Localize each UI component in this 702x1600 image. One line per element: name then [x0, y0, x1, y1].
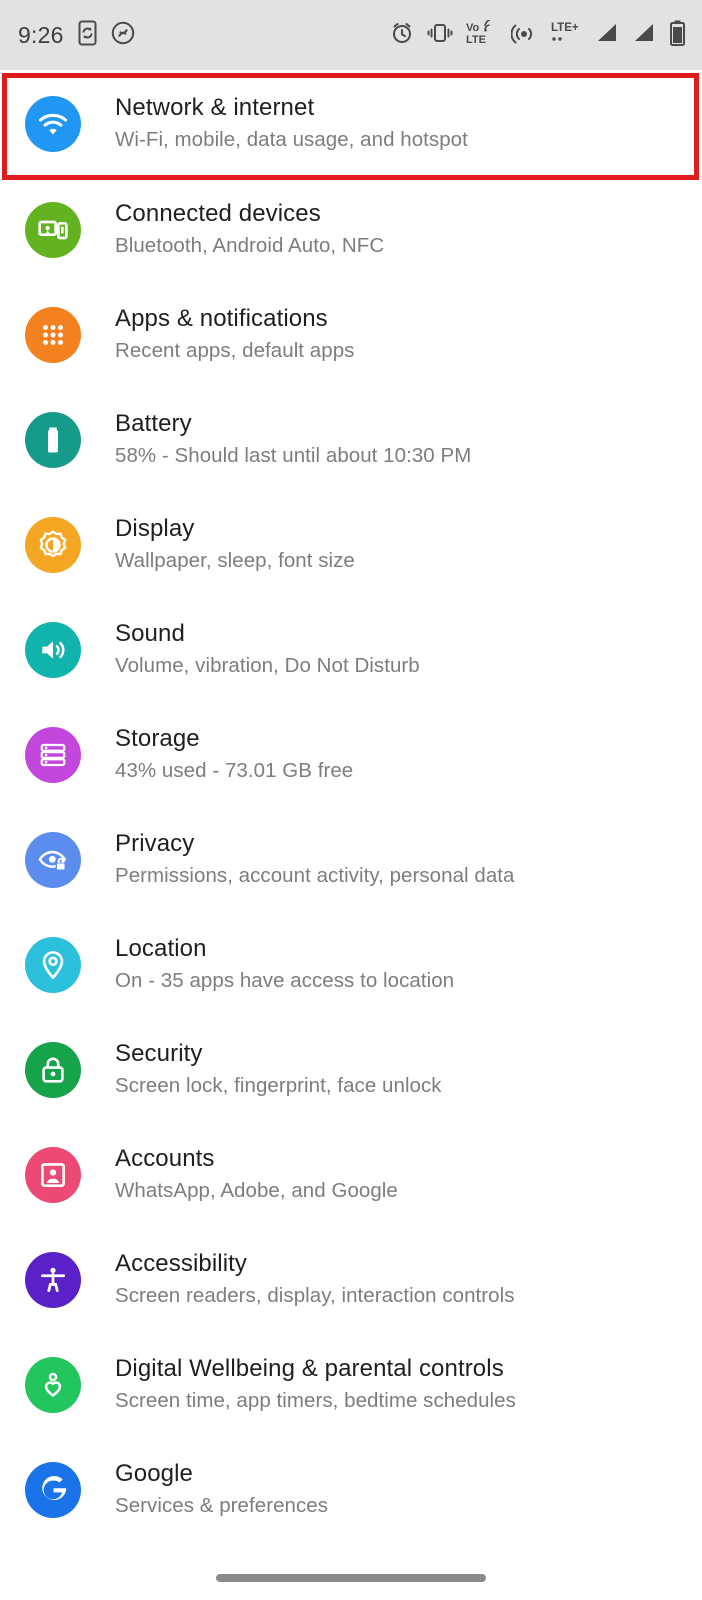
settings-row-battery[interactable]: Battery 58% - Should last until about 10…: [0, 387, 702, 492]
settings-row-title: Network & internet: [115, 94, 315, 122]
devices-icon: [25, 201, 81, 258]
accessibility-icon: [25, 1251, 81, 1308]
storage-icon: [25, 726, 81, 783]
settings-row-text: Accessibility Screen readers, display, i…: [115, 1249, 515, 1309]
volte-icon: Vo LTE: [466, 17, 498, 51]
settings-row-text: Sound Volume, vibration, Do Not Disturb: [115, 619, 420, 679]
wellbeing-heart-icon: [25, 1356, 81, 1413]
lock-icon: [25, 1041, 81, 1098]
settings-row-text: Digital Wellbeing & parental controls Sc…: [115, 1354, 516, 1414]
settings-row-title: Digital Wellbeing & parental controls: [115, 1355, 504, 1383]
settings-row-text: Connected devices Bluetooth, Android Aut…: [115, 199, 384, 259]
settings-row-title: Accessibility: [115, 1250, 247, 1278]
settings-row-connected-devices[interactable]: Connected devices Bluetooth, Android Aut…: [0, 177, 702, 282]
settings-row-digital-wellbeing[interactable]: Digital Wellbeing & parental controls Sc…: [0, 1332, 702, 1437]
settings-row-text: Google Services & preferences: [115, 1459, 328, 1519]
settings-row-privacy[interactable]: Privacy Permissions, account activity, p…: [0, 807, 702, 912]
settings-row-google[interactable]: Google Services & preferences: [0, 1437, 702, 1542]
settings-row-subtitle: 43% used - 73.01 GB free: [115, 759, 354, 783]
settings-row-storage[interactable]: Storage 43% used - 73.01 GB free: [0, 702, 702, 807]
svg-text:Vo: Vo: [466, 22, 480, 34]
settings-row-text: Accounts WhatsApp, Adobe, and Google: [115, 1144, 398, 1204]
battery-icon: [25, 411, 81, 468]
lte-plus-icon: LTE+: [550, 20, 582, 51]
settings-row-network-internet[interactable]: Network & internet Wi-Fi, mobile, data u…: [0, 70, 702, 177]
settings-row-text: Apps & notifications Recent apps, defaul…: [115, 304, 354, 364]
settings-row-subtitle: Services & preferences: [115, 1494, 329, 1518]
status-bar-right: Vo LTE LTE+: [390, 17, 686, 51]
battery-icon: [669, 20, 686, 51]
settings-row-text: Storage 43% used - 73.01 GB free: [115, 724, 353, 784]
settings-row-subtitle: Screen lock, fingerprint, face unlock: [115, 1074, 442, 1098]
volume-icon: [25, 621, 81, 678]
hotspot-icon: [510, 21, 537, 50]
settings-row-title: Apps & notifications: [115, 305, 328, 333]
settings-row-accessibility[interactable]: Accessibility Screen readers, display, i…: [0, 1227, 702, 1332]
apps-grid-icon: [25, 306, 81, 363]
settings-row-title: Security: [115, 1040, 203, 1068]
svg-text:LTE+: LTE+: [551, 22, 579, 34]
privacy-eye-lock-icon: [25, 831, 81, 888]
settings-row-text: Network & internet Wi-Fi, mobile, data u…: [115, 93, 468, 153]
settings-row-security[interactable]: Security Screen lock, fingerprint, face …: [0, 1017, 702, 1122]
settings-row-sound[interactable]: Sound Volume, vibration, Do Not Disturb: [0, 597, 702, 702]
settings-row-text: Security Screen lock, fingerprint, face …: [115, 1039, 442, 1099]
settings-row-subtitle: Recent apps, default apps: [115, 339, 355, 363]
settings-row-subtitle: 58% - Should last until about 10:30 PM: [115, 444, 472, 468]
settings-row-subtitle: Screen time, app timers, bedtime schedul…: [115, 1389, 516, 1413]
status-bar-clock: 9:26: [18, 21, 64, 48]
settings-row-title: Google: [115, 1460, 193, 1488]
settings-row-title: Sound: [115, 620, 185, 648]
settings-row-text: Battery 58% - Should last until about 10…: [115, 409, 471, 469]
status-bar: 9:26 Vo LTE LTE+: [0, 0, 702, 70]
vibrate-icon: [427, 22, 453, 49]
settings-row-subtitle: Screen readers, display, interaction con…: [115, 1284, 515, 1308]
settings-row-subtitle: Permissions, account activity, personal …: [115, 864, 515, 888]
shazam-icon: [111, 21, 135, 50]
settings-row-title: Connected devices: [115, 200, 321, 228]
settings-row-text: Privacy Permissions, account activity, p…: [115, 829, 514, 889]
settings-row-subtitle: Wi-Fi, mobile, data usage, and hotspot: [115, 128, 468, 152]
alarm-icon: [390, 21, 414, 50]
signal-bars-sim2-icon: [632, 22, 656, 49]
settings-row-text: Display Wallpaper, sleep, font size: [115, 514, 355, 574]
settings-list: Network & internet Wi-Fi, mobile, data u…: [0, 70, 702, 1542]
google-g-icon: [25, 1461, 81, 1518]
settings-row-subtitle: Volume, vibration, Do Not Disturb: [115, 654, 420, 678]
phone-sync-icon: [77, 20, 98, 51]
signal-bars-sim1-icon: [595, 22, 619, 49]
settings-row-title: Privacy: [115, 830, 195, 858]
settings-row-title: Storage: [115, 725, 200, 753]
settings-row-subtitle: On - 35 apps have access to location: [115, 969, 455, 993]
account-card-icon: [25, 1146, 81, 1203]
settings-row-subtitle: Wallpaper, sleep, font size: [115, 549, 355, 573]
location-pin-icon: [25, 936, 81, 993]
brightness-icon: [25, 516, 81, 573]
settings-row-accounts[interactable]: Accounts WhatsApp, Adobe, and Google: [0, 1122, 702, 1227]
svg-text:LTE: LTE: [466, 34, 486, 46]
home-gesture-bar[interactable]: [216, 1574, 486, 1582]
settings-row-subtitle: WhatsApp, Adobe, and Google: [115, 1179, 398, 1203]
settings-row-location[interactable]: Location On - 35 apps have access to loc…: [0, 912, 702, 1017]
settings-row-title: Display: [115, 515, 195, 543]
settings-row-subtitle: Bluetooth, Android Auto, NFC: [115, 234, 385, 258]
status-bar-left: 9:26: [18, 20, 135, 51]
settings-row-title: Accounts: [115, 1145, 215, 1173]
settings-row-apps-notifications[interactable]: Apps & notifications Recent apps, defaul…: [0, 282, 702, 387]
settings-row-title: Battery: [115, 410, 192, 438]
navigation-bar: [0, 1574, 702, 1582]
android-settings-screen: 9:26 Vo LTE LTE+ Network & internet Wi-F…: [0, 0, 702, 1600]
settings-row-text: Location On - 35 apps have access to loc…: [115, 934, 454, 994]
wifi-icon: [25, 95, 81, 152]
settings-row-title: Location: [115, 935, 207, 963]
settings-row-display[interactable]: Display Wallpaper, sleep, font size: [0, 492, 702, 597]
